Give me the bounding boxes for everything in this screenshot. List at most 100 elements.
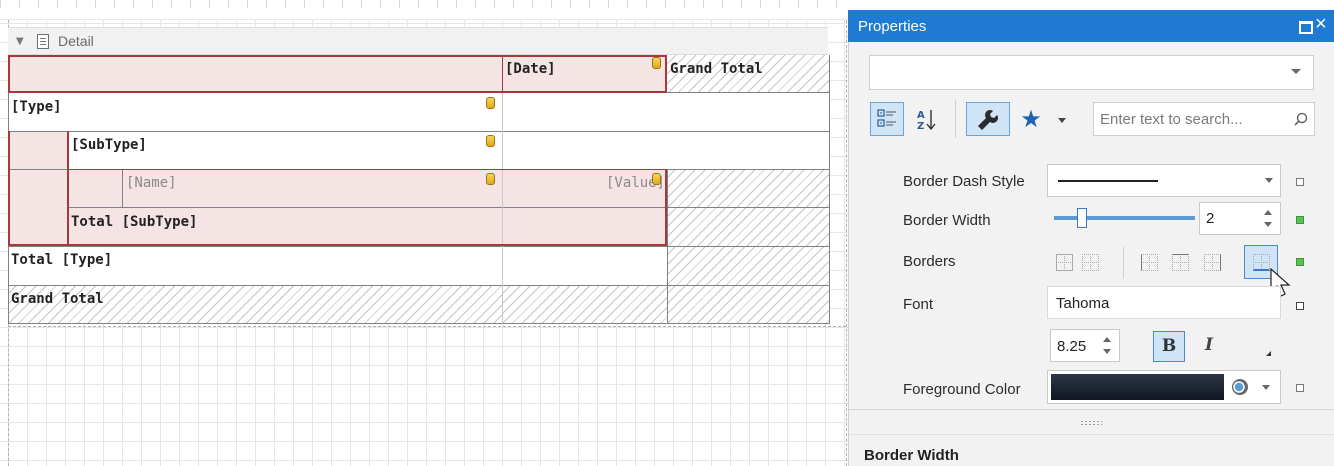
selection-border [8, 131, 10, 246]
splitter-line [849, 409, 1334, 410]
band-label: Detail [58, 33, 94, 49]
pivot-row-total-type[interactable]: Total [Type] [8, 246, 502, 285]
spin-down-icon[interactable] [1264, 222, 1272, 227]
selection-border [8, 244, 667, 246]
spin-up-icon[interactable] [1264, 210, 1272, 215]
border-width-slider-track[interactable] [1054, 216, 1195, 220]
border-all-icon[interactable] [1056, 254, 1073, 271]
database-field-icon [486, 97, 495, 109]
border-right-icon[interactable] [1204, 254, 1221, 271]
date-field-label: [Date] [505, 61, 556, 77]
toolbar-dropdown-arrow-icon[interactable] [1058, 118, 1066, 123]
band-document-icon [37, 34, 49, 49]
splitter-grip-icon[interactable] [1080, 420, 1102, 425]
pivot-value-grand-total-cell[interactable] [667, 169, 829, 208]
grid-line [8, 323, 829, 324]
border-top-icon[interactable] [1172, 254, 1189, 271]
border-width-spin-editor[interactable]: 2 [1199, 202, 1281, 235]
selection-border [665, 55, 667, 93]
foreground-color-editor[interactable] [1047, 370, 1281, 404]
font-name-editor[interactable]: Tahoma [1047, 286, 1281, 319]
property-state-marker [1296, 302, 1304, 310]
total-subtype-label: Total [SubType] [71, 214, 198, 230]
borders-separator [1123, 247, 1124, 279]
pivot-subtype-span-cell[interactable] [68, 169, 122, 208]
prop-label-foreground-color: Foreground Color [903, 381, 1021, 398]
top-ruler [0, 0, 848, 20]
categorized-button[interactable] [870, 102, 904, 136]
border-width-value: 2 [1206, 210, 1215, 227]
collapse-triangle-icon[interactable]: ▼ [16, 36, 24, 47]
selection-border [8, 55, 667, 57]
name-field-label: [Name] [126, 175, 177, 191]
pivot-grand-total-data-cell[interactable] [502, 285, 667, 324]
type-field-label: [Type] [11, 99, 62, 115]
chevron-down-icon[interactable] [1262, 385, 1270, 390]
pivot-total-type-data-cell[interactable] [502, 246, 667, 285]
pivot-row-total-subtype[interactable]: Total [SubType] [68, 208, 502, 246]
detail-band-header[interactable]: ▼ Detail [8, 27, 828, 55]
prop-label-border-dash-style: Border Dash Style [903, 173, 1025, 190]
maximize-icon[interactable] [1299, 21, 1313, 34]
pivot-row-header-name[interactable]: [Name] [122, 169, 502, 208]
pivot-total-subtype-data-cell[interactable] [502, 208, 667, 246]
grid-line [8, 285, 829, 286]
grid-line [8, 246, 829, 247]
property-state-marker [1296, 384, 1304, 392]
pivot-total-type-grand-cell[interactable] [667, 246, 829, 285]
font-dialog-launcher-icon[interactable] [1266, 351, 1271, 356]
slider-thumb[interactable] [1077, 208, 1087, 228]
pivot-column-grand-total[interactable]: Grand Total [667, 55, 829, 93]
border-left-icon[interactable] [1141, 254, 1158, 271]
close-icon[interactable]: × [1315, 13, 1327, 36]
pivot-corner-cell[interactable] [8, 55, 502, 93]
pivot-column-header-date[interactable]: [Date] [502, 55, 667, 93]
band-bottom-line [8, 326, 846, 327]
search-box[interactable]: Enter text to search... [1093, 102, 1315, 136]
pivot-row-header-type[interactable]: [Type] [8, 93, 502, 131]
font-size-spin-editor[interactable]: 8.25 [1050, 329, 1120, 362]
chevron-down-icon[interactable] [1291, 69, 1301, 74]
svg-text:Z: Z [917, 121, 924, 132]
database-field-icon [486, 173, 495, 185]
spin-up-icon[interactable] [1103, 337, 1111, 342]
grid-line [122, 169, 123, 208]
spin-down-icon[interactable] [1103, 349, 1111, 354]
font-name-value: Tahoma [1056, 295, 1110, 312]
italic-toggle-button[interactable]: I [1196, 331, 1222, 362]
properties-button[interactable] [966, 102, 1010, 136]
alphabetical-button[interactable]: A Z [910, 102, 944, 136]
font-size-value: 8.25 [1057, 338, 1087, 355]
color-swatch [1051, 374, 1224, 400]
selection-border [68, 169, 667, 170]
pivot-grand-total-grand-cell[interactable] [667, 285, 829, 324]
chevron-down-icon[interactable] [1265, 178, 1273, 183]
sort-az-icon: A Z [917, 110, 936, 132]
prop-label-font: Font [903, 296, 934, 313]
selection-border [665, 169, 667, 246]
selection-border [502, 55, 503, 93]
bold-toggle-button[interactable]: B [1153, 331, 1185, 362]
description-divider [849, 434, 1334, 435]
pivot-row-header-subtype[interactable]: [SubType] [68, 131, 502, 169]
pivot-type-data-cell[interactable] [502, 93, 829, 131]
border-none-icon[interactable] [1082, 254, 1099, 271]
grid-line [502, 93, 503, 324]
svg-text:A: A [917, 110, 925, 121]
grand-total-column-label: Grand Total [670, 61, 763, 77]
pivot-row-grand-total[interactable]: Grand Total [8, 285, 502, 324]
selection-border [67, 131, 69, 246]
color-picker-icon[interactable] [1230, 377, 1250, 397]
favorites-button[interactable]: ★ [1016, 104, 1046, 134]
property-modified-marker [1296, 258, 1304, 266]
grid-line [829, 55, 830, 324]
object-selector-combo[interactable] [869, 55, 1314, 90]
pivot-type-span-cell[interactable] [8, 131, 68, 246]
pivot-total-subtype-grand-cell[interactable] [667, 208, 829, 246]
grid-line [68, 207, 829, 208]
grid-line [8, 131, 829, 132]
pivot-subtype-data-cell[interactable] [502, 131, 829, 169]
pivot-value-cell[interactable]: [Value] [502, 169, 667, 208]
border-dash-style-editor[interactable] [1047, 164, 1281, 197]
description-title: Border Width [864, 447, 959, 464]
